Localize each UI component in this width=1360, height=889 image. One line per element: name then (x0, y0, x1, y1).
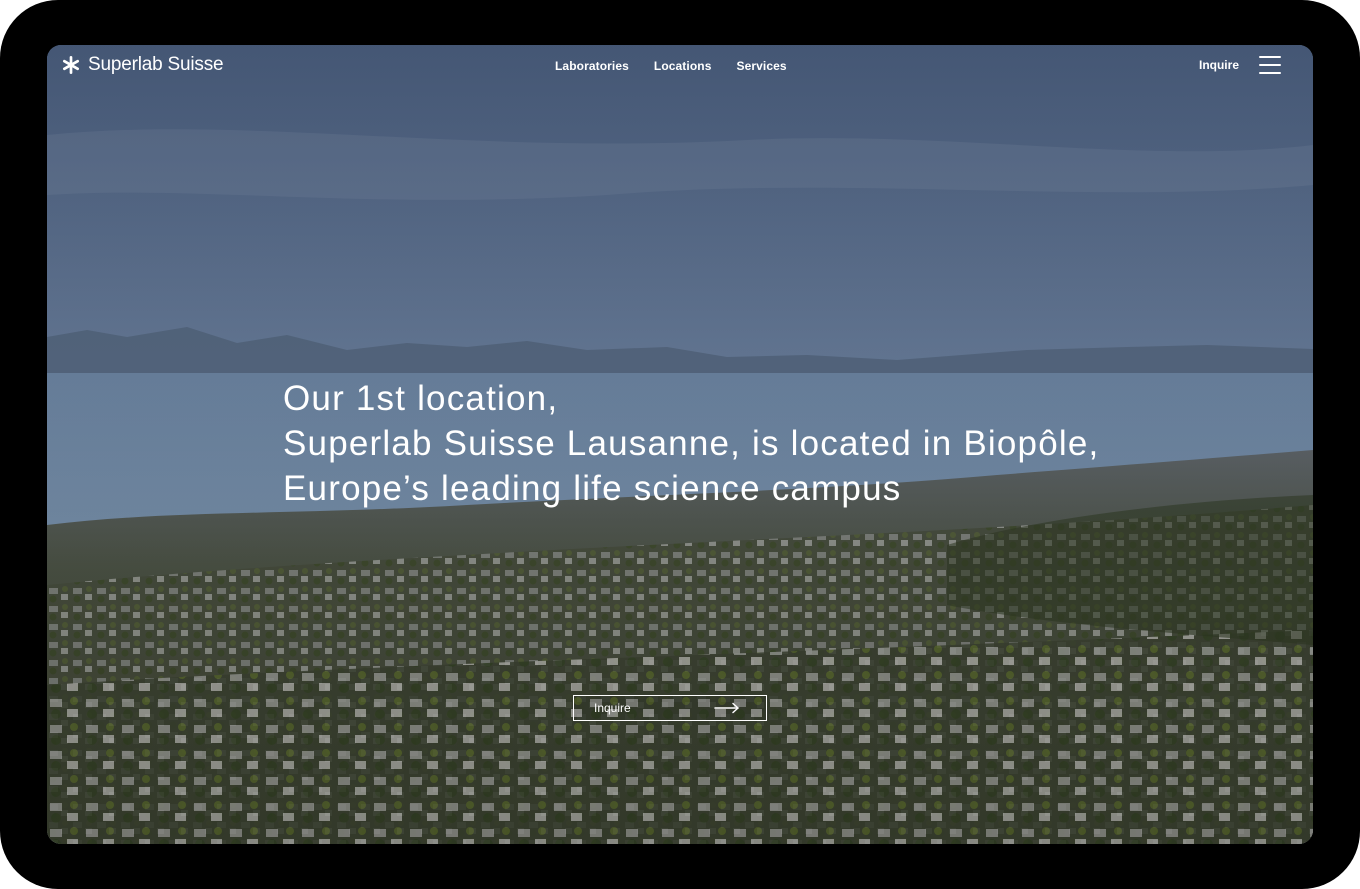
menu-bar (1259, 72, 1281, 74)
nav-item-services[interactable]: Services (736, 59, 786, 73)
arrow-right-icon (714, 702, 739, 714)
header-actions: Inquire (1199, 56, 1281, 74)
headline-line: Europe’s leading life science campus (283, 469, 902, 508)
headline-line: Our 1st location, (283, 379, 559, 418)
brand-name: Superlab Suisse (88, 54, 224, 75)
nav-item-laboratories[interactable]: Laboratories (555, 59, 629, 73)
asterisk-icon (62, 56, 80, 74)
device-frame: Superlab Suisse Laboratories Locations S… (0, 0, 1360, 889)
browser-screen: Superlab Suisse Laboratories Locations S… (47, 45, 1313, 844)
site-header: Superlab Suisse Laboratories Locations S… (47, 45, 1313, 89)
main-nav: Laboratories Locations Services (555, 59, 787, 73)
hamburger-menu-icon[interactable] (1259, 56, 1281, 74)
menu-bar (1259, 56, 1281, 58)
nav-item-locations[interactable]: Locations (654, 59, 712, 73)
hero-inquire-label: Inquire (594, 701, 631, 715)
menu-bar (1259, 64, 1281, 66)
brand-logo[interactable]: Superlab Suisse (62, 54, 224, 76)
hero-headline: Our 1st location, Superlab Suisse Lausan… (283, 376, 1243, 511)
hero-inquire-button[interactable]: Inquire (573, 695, 767, 721)
headline-line: Superlab Suisse Lausanne, is located in … (283, 424, 1100, 463)
header-inquire-link[interactable]: Inquire (1199, 58, 1239, 72)
